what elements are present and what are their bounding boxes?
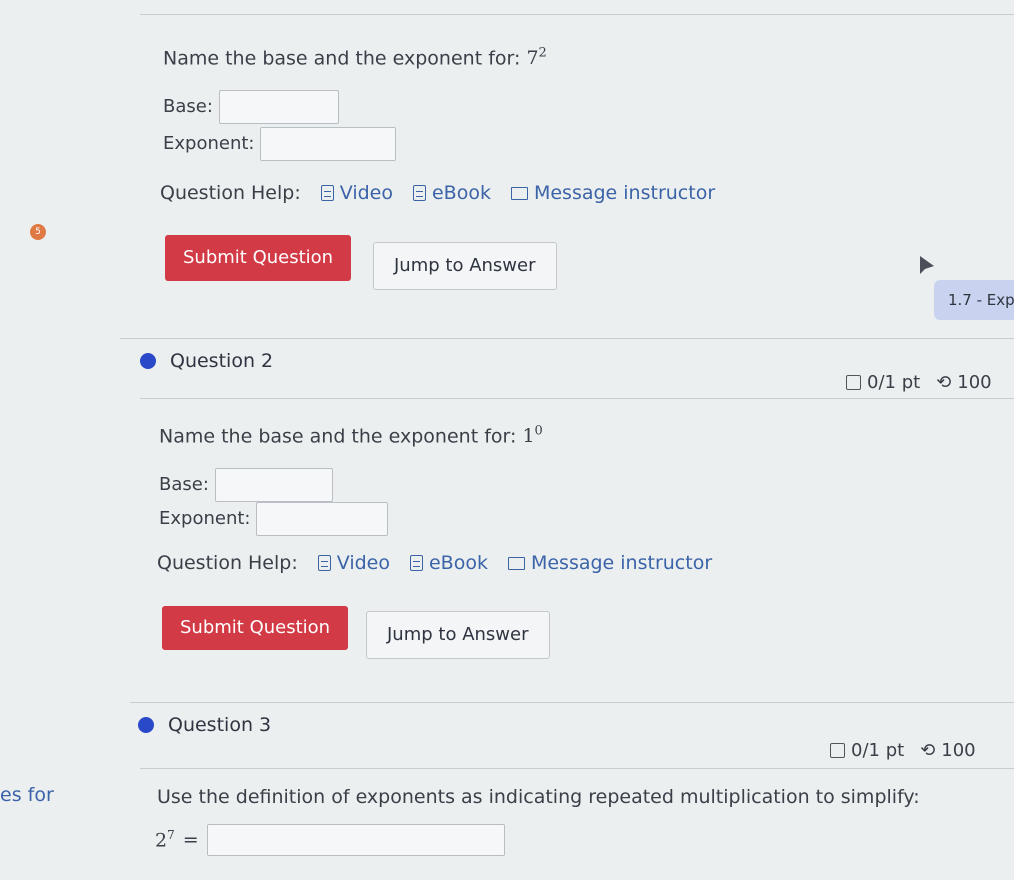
math-expression: 10 [522,424,543,448]
submit-question-button[interactable]: Submit Question [165,235,352,281]
video-link[interactable]: Video [317,552,390,574]
submit-question-button[interactable]: Submit Question [162,606,349,650]
question-3-prompt: Use the definition of exponents as indic… [157,786,920,808]
status-dot [138,717,154,733]
question-2-prompt: Name the base and the exponent for: 10 [159,424,543,447]
help-label: Question Help: [157,552,298,574]
base-label: Base: [163,96,213,117]
question-1-prompt: Name the base and the exponent for: 72 [163,46,547,69]
document-icon [320,185,334,201]
prompt-text: Name the base and the exponent for: [163,47,521,70]
video-label: Video [339,182,393,204]
tooltip: 1.7 - Exp [934,280,1014,320]
prompt-text: Name the base and the exponent for: [159,425,517,448]
exponent-label: Exponent: [159,508,251,529]
video-link[interactable]: Video [320,182,393,204]
question-2-header: Question 2 [140,350,273,372]
help-label: Question Help: [160,182,301,204]
divider [120,338,1014,339]
divider [140,398,1014,399]
retry-icon: ⟲ [936,372,952,393]
exponent-row: Exponent: [163,127,397,161]
sidebar-link-fragment[interactable]: es for [0,784,54,806]
document-icon [409,555,423,571]
exponent-row: Exponent: [159,502,389,536]
question-3-header: Question 3 [138,714,271,736]
question-2-score: 0/1 pt ⟲ 100 [846,372,992,393]
notification-badge: 5 [30,224,46,240]
score-text: 0/1 pt [867,372,921,393]
video-label: Video [336,552,390,574]
base-input[interactable] [214,468,333,502]
exponent-number: 2 [538,46,547,61]
question-title: Question 3 [168,714,272,736]
question-3-score: 0/1 pt ⟲ 100 [830,740,976,761]
divider [140,14,1014,15]
math-expression: 27 [155,828,175,851]
jump-to-answer-button[interactable]: Jump to Answer [366,611,550,659]
question-help: Question Help: Video eBook Message instr… [160,182,715,204]
base-input[interactable] [218,90,339,124]
message-label: Message instructor [530,552,713,574]
exponent-number: 0 [534,424,543,439]
equals-sign: = [182,829,199,851]
base-number: 1 [522,425,535,448]
base-number: 2 [155,829,168,852]
ebook-link[interactable]: eBook [409,552,488,574]
question-title: Question 2 [170,350,274,372]
document-icon [317,555,331,571]
message-instructor-link[interactable]: Message instructor [510,182,716,204]
envelope-icon [507,556,525,570]
retries-text: 100 [941,740,976,761]
answer-input[interactable] [206,824,505,856]
divider [130,702,1014,703]
jump-to-answer-button[interactable]: Jump to Answer [373,242,557,290]
exponent-input[interactable] [260,127,397,161]
math-expression: 72 [526,46,547,70]
exponent-number: 7 [167,828,175,843]
status-dot [140,353,156,369]
checkbox-icon [830,743,845,758]
exponent-input[interactable] [256,502,389,536]
ebook-link[interactable]: eBook [412,182,491,204]
cursor-icon [920,256,934,274]
document-icon [412,185,426,201]
message-instructor-link[interactable]: Message instructor [507,552,713,574]
base-label: Base: [159,474,209,495]
base-row: Base: [159,468,333,502]
exponent-label: Exponent: [163,133,255,154]
answer-row: 27 = [155,824,505,856]
ebook-label: eBook [431,182,491,204]
checkbox-icon [846,375,861,390]
divider [140,768,1014,769]
envelope-icon [510,186,528,200]
question-help: Question Help: Video eBook Message instr… [157,552,712,574]
base-number: 7 [526,47,539,70]
score-text: 0/1 pt [851,740,905,761]
message-label: Message instructor [533,182,716,204]
retry-icon: ⟲ [920,740,936,761]
ebook-label: eBook [428,552,488,574]
retries-text: 100 [957,372,992,393]
base-row: Base: [163,90,339,124]
